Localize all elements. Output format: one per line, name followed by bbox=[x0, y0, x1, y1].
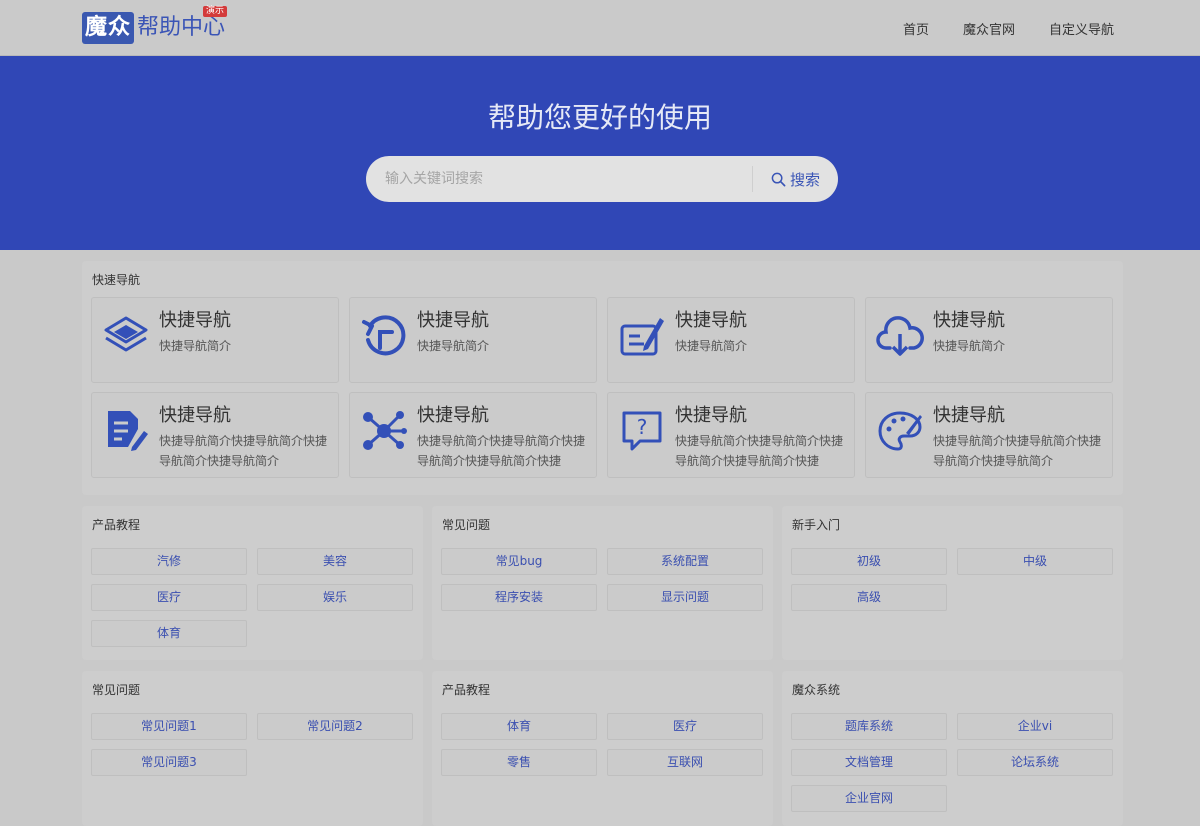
hero-title: 帮助您更好的使用 bbox=[487, 101, 712, 134]
quick-nav-card-title: 快捷导航 bbox=[933, 405, 1005, 426]
quick-nav-card[interactable]: 快捷导航 快捷导航简介快捷导航简介快捷导航简介快捷导航简介 bbox=[865, 392, 1113, 478]
search-bar: 搜索 bbox=[366, 156, 838, 202]
quick-nav-card-title: 快捷导航 bbox=[159, 310, 231, 331]
category-link[interactable]: 论坛系统 bbox=[957, 749, 1113, 776]
quick-nav-card-desc: 快捷导航简介 bbox=[159, 339, 232, 353]
category-link[interactable]: 体育 bbox=[441, 713, 597, 740]
top-navbar: 魔众 帮助中心 演示 首页 魔众官网 自定义导航 bbox=[0, 0, 1200, 56]
layers-icon bbox=[104, 316, 148, 352]
main-nav: 首页 魔众官网 自定义导航 bbox=[903, 0, 1114, 56]
quick-nav-card-desc: 快捷导航简介快捷导航简介快捷导航简介快捷导航简介 bbox=[933, 434, 1102, 468]
edit-icon bbox=[620, 318, 664, 356]
quick-nav-card[interactable]: 快捷导航 快捷导航简介 bbox=[91, 297, 339, 383]
quick-nav-card[interactable]: ? 快捷导航 快捷导航简介快捷导航简介快捷导航简介快捷导航简介快捷 bbox=[607, 392, 855, 478]
quick-nav-card[interactable]: 快捷导航 快捷导航简介快捷导航简介快捷导航简介快捷导航简介快捷 bbox=[349, 392, 597, 478]
quick-nav-card-title: 快捷导航 bbox=[417, 405, 489, 426]
quick-nav-card-desc: 快捷导航简介 bbox=[933, 339, 1006, 353]
category-title: 常见问题 bbox=[92, 683, 141, 697]
category-link[interactable]: 初级 bbox=[791, 548, 947, 575]
category-panel: 产品教程 体育 医疗 零售 互联网 bbox=[432, 671, 773, 826]
demo-badge: 演示 bbox=[203, 6, 228, 17]
category-panel: 产品教程 汽修 美容 医疗 娱乐 体育 bbox=[82, 506, 423, 660]
quick-nav-card-desc: 快捷导航简介 bbox=[675, 339, 748, 353]
document-edit-icon bbox=[108, 411, 148, 451]
quick-nav-card[interactable]: 快捷导航 快捷导航简介快捷导航简介快捷导航简介快捷导航简介 bbox=[91, 392, 339, 478]
logo-mark: 魔众 bbox=[82, 12, 135, 44]
search-icon bbox=[771, 172, 786, 186]
quick-nav-card-title: 快捷导航 bbox=[675, 405, 747, 426]
quick-nav-card-title: 快捷导航 bbox=[675, 310, 747, 331]
search-button-label: 搜索 bbox=[789, 170, 820, 189]
nav-custom-link[interactable]: 自定义导航 bbox=[1049, 19, 1114, 38]
refresh-icon bbox=[362, 315, 406, 356]
quick-nav-card[interactable]: 快捷导航 快捷导航简介 bbox=[865, 297, 1113, 383]
category-link[interactable]: 医疗 bbox=[91, 584, 247, 611]
search-input[interactable] bbox=[366, 156, 752, 202]
quick-nav-card-desc: 快捷导航简介快捷导航简介快捷导航简介快捷导航简介快捷 bbox=[675, 434, 844, 468]
quick-nav-card-desc: 快捷导航简介 bbox=[417, 339, 490, 353]
logo[interactable]: 魔众 帮助中心 演示 bbox=[82, 6, 228, 45]
category-panel: 常见问题 常见问题1 常见问题2 常见问题3 bbox=[82, 671, 423, 826]
category-link[interactable]: 常见问题2 bbox=[257, 713, 413, 740]
category-link[interactable]: 系统配置 bbox=[607, 548, 763, 575]
category-link[interactable]: 娱乐 bbox=[257, 584, 413, 611]
category-panel: 常见问题 常见bug 系统配置 程序安装 显示问题 bbox=[432, 506, 773, 660]
category-panel: 魔众系统 题库系统 企业vi 文档管理 论坛系统 企业官网 bbox=[782, 671, 1123, 826]
category-title: 新手入门 bbox=[792, 518, 841, 532]
logo-text: 帮助中心 bbox=[137, 15, 226, 40]
palette-icon bbox=[878, 411, 922, 451]
category-link[interactable]: 医疗 bbox=[607, 713, 763, 740]
quick-nav-card-title: 快捷导航 bbox=[933, 310, 1005, 331]
category-link[interactable]: 美容 bbox=[257, 548, 413, 575]
quick-nav-panel: 快速导航 快捷导航 快捷导航简介 快捷导航 快捷导航简介 快捷导航 快捷导航简介 bbox=[82, 261, 1123, 495]
nav-home-link[interactable]: 首页 bbox=[903, 19, 929, 38]
category-link[interactable]: 常见问题1 bbox=[91, 713, 247, 740]
quick-nav-card-title: 快捷导航 bbox=[417, 310, 489, 331]
category-link[interactable]: 显示问题 bbox=[607, 584, 763, 611]
category-link[interactable]: 互联网 bbox=[607, 749, 763, 776]
category-link[interactable]: 文档管理 bbox=[791, 749, 947, 776]
category-title: 魔众系统 bbox=[792, 683, 841, 697]
nav-official-site-link[interactable]: 魔众官网 bbox=[963, 19, 1015, 38]
quick-nav-card-desc: 快捷导航简介快捷导航简介快捷导航简介快捷导航简介 bbox=[159, 434, 328, 468]
category-title: 产品教程 bbox=[92, 518, 141, 532]
cloud-download-icon bbox=[876, 316, 924, 356]
category-link[interactable]: 常见问题3 bbox=[91, 749, 247, 776]
category-title: 产品教程 bbox=[442, 683, 491, 697]
network-icon bbox=[363, 411, 407, 450]
category-panel: 新手入门 初级 中级 高级 bbox=[782, 506, 1123, 660]
category-link[interactable]: 企业官网 bbox=[791, 785, 947, 812]
hero-banner: 帮助您更好的使用 搜索 bbox=[0, 56, 1200, 250]
category-link[interactable]: 高级 bbox=[791, 584, 947, 611]
quick-nav-card[interactable]: 快捷导航 快捷导航简介 bbox=[349, 297, 597, 383]
category-title: 常见问题 bbox=[442, 518, 491, 532]
category-link[interactable]: 程序安装 bbox=[441, 584, 597, 611]
help-icon: ? bbox=[622, 411, 662, 451]
category-link[interactable]: 常见bug bbox=[441, 548, 597, 575]
category-link[interactable]: 零售 bbox=[441, 749, 597, 776]
quick-nav-card[interactable]: 快捷导航 快捷导航简介 bbox=[607, 297, 855, 383]
category-link[interactable]: 题库系统 bbox=[791, 713, 947, 740]
search-button[interactable]: 搜索 bbox=[753, 156, 838, 202]
category-link[interactable]: 中级 bbox=[957, 548, 1113, 575]
svg-text:?: ? bbox=[637, 415, 648, 439]
category-link[interactable]: 汽修 bbox=[91, 548, 247, 575]
quick-nav-card-title: 快捷导航 bbox=[159, 405, 231, 426]
category-link[interactable]: 企业vi bbox=[957, 713, 1113, 740]
quick-nav-title: 快速导航 bbox=[92, 273, 141, 287]
category-link[interactable]: 体育 bbox=[91, 620, 247, 647]
quick-nav-card-desc: 快捷导航简介快捷导航简介快捷导航简介快捷导航简介快捷 bbox=[417, 434, 586, 468]
